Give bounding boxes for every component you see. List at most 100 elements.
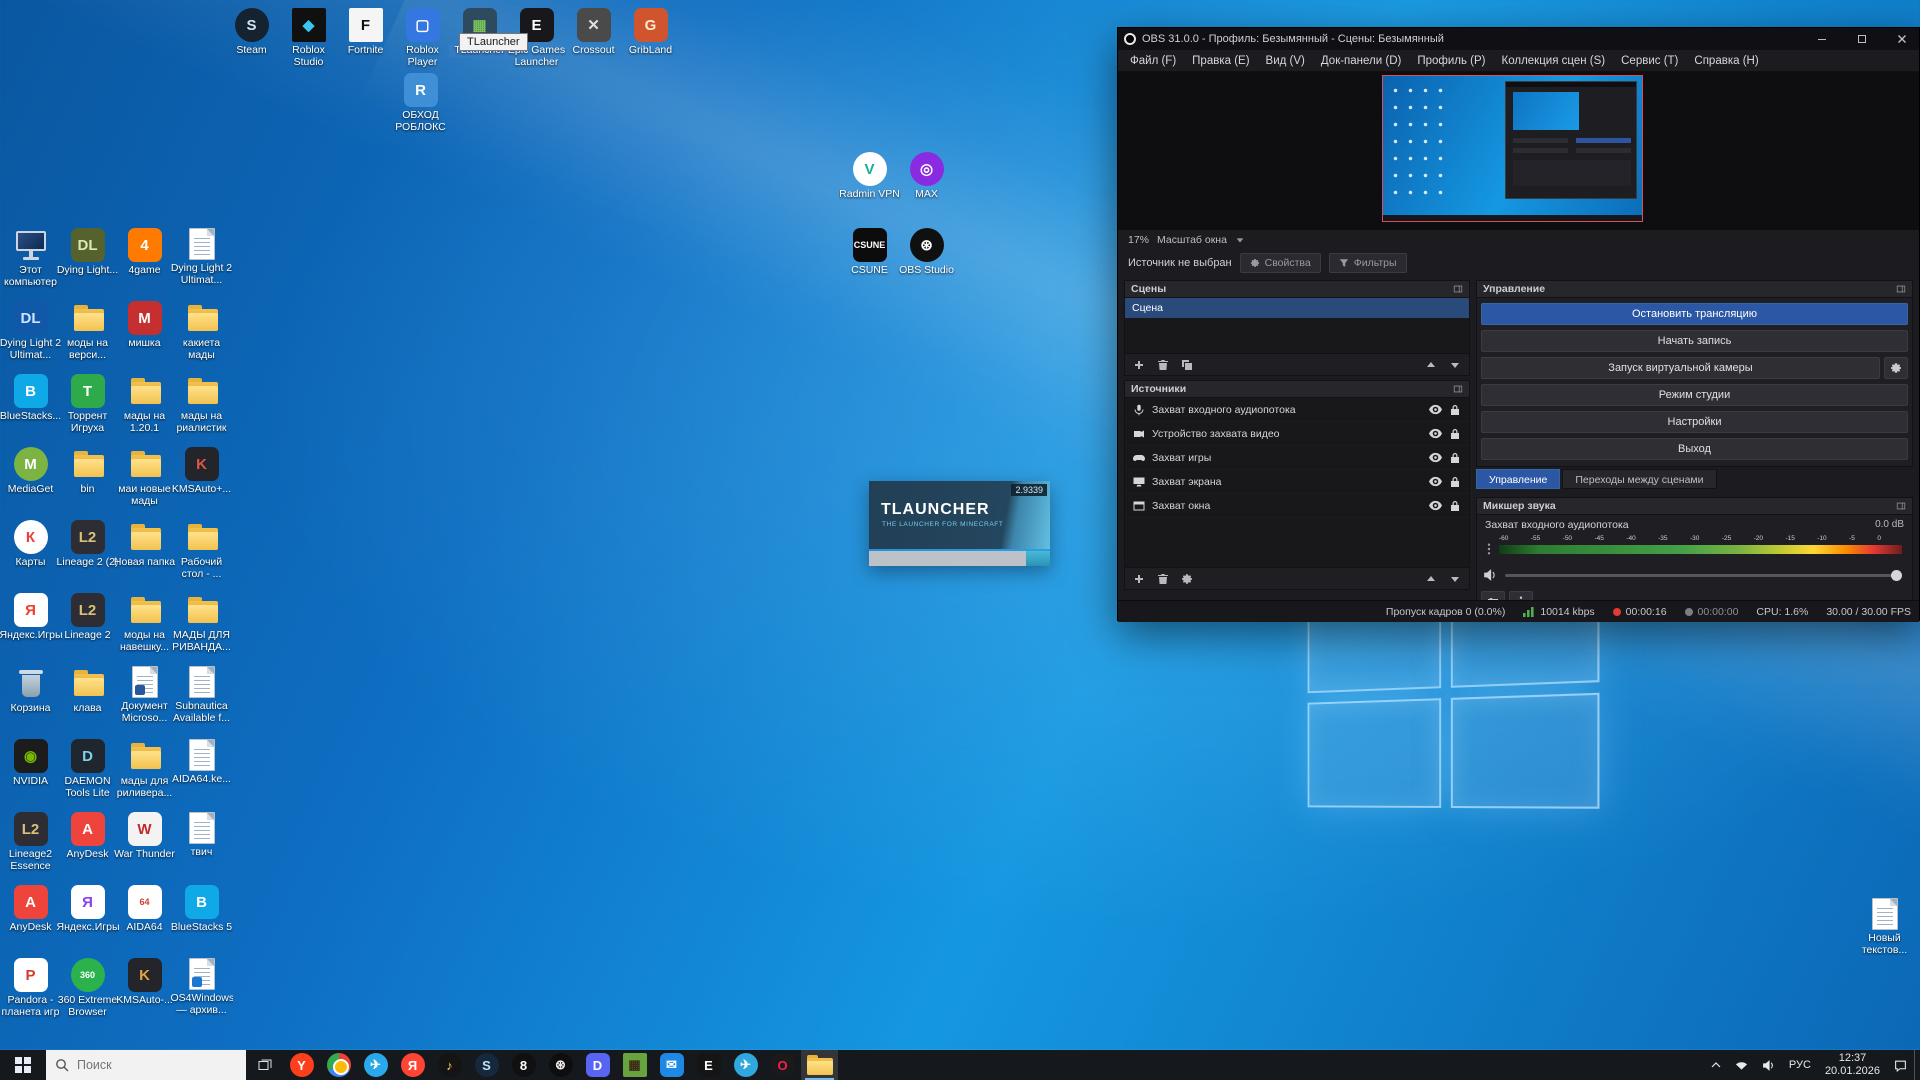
clock[interactable]: 12:37 20.01.2026 [1818, 1050, 1887, 1080]
move-source-up-button[interactable] [1425, 573, 1437, 585]
obs-titlebar[interactable]: OBS 31.0.0 - Профиль: Безымянный - Сцены… [1118, 28, 1919, 50]
start-record-button[interactable]: Начать запись [1481, 330, 1908, 352]
eye-icon[interactable] [1429, 475, 1442, 488]
search-input[interactable] [77, 1058, 217, 1072]
desktop-icon-твич[interactable]: твич [173, 812, 230, 885]
taskbar-search[interactable] [46, 1050, 246, 1080]
taskbar-app-steam[interactable]: S [468, 1050, 505, 1080]
language-indicator[interactable]: РУС [1782, 1050, 1818, 1080]
taskbar-app-obs-studio[interactable]: ⊛ [542, 1050, 579, 1080]
desktop-icon-kmsauto[interactable]: KKMSAuto-... [116, 958, 173, 1031]
desktop-icon-мишка[interactable]: Ммишка [116, 301, 173, 374]
desktop-icon-gribland[interactable]: GGribLand [622, 8, 679, 69]
preview-zoom-label[interactable]: Масштаб окна [1157, 234, 1227, 246]
desktop-icon-обход-роблокс[interactable]: RОБХОД РОБЛОКС ... [392, 73, 449, 135]
eye-icon[interactable] [1429, 427, 1442, 440]
show-desktop-button[interactable] [1914, 1050, 1920, 1080]
desktop-icon-steam[interactable]: SSteam [223, 8, 280, 69]
lock-icon[interactable] [1449, 500, 1461, 512]
desktop-icon-nvidia[interactable]: ◉NVIDIA [2, 739, 59, 812]
desktop-icon-csune[interactable]: CSUNECSUNE [841, 228, 898, 304]
source-row[interactable]: Захват экрана [1125, 470, 1469, 494]
speaker-icon[interactable] [1483, 568, 1497, 582]
desktop-icon-моды-на-верси[interactable]: моды на верси... [59, 301, 116, 374]
eye-icon[interactable] [1429, 451, 1442, 464]
eye-icon[interactable] [1429, 499, 1442, 512]
desktop-icon-карты[interactable]: ККарты [2, 520, 59, 593]
dock-popout-icon[interactable] [1453, 284, 1463, 294]
network-icon[interactable] [1728, 1050, 1755, 1080]
add-scene-button[interactable] [1133, 359, 1145, 371]
source-row[interactable]: Захват входного аудиопотока [1125, 398, 1469, 422]
desktop-icon-lineage2-essence[interactable]: L2Lineage2 Essence [2, 812, 59, 885]
lock-icon[interactable] [1449, 452, 1461, 464]
desktop-icon-4game[interactable]: 44game [116, 228, 173, 301]
dock-popout-icon[interactable] [1453, 384, 1463, 394]
chevron-down-icon[interactable] [1235, 235, 1245, 245]
menu-tools[interactable]: Сервис (T) [1613, 50, 1686, 72]
menu-profile[interactable]: Профиль (P) [1409, 50, 1493, 72]
menu-scene-collection[interactable]: Коллекция сцен (S) [1494, 50, 1614, 72]
desktop-icon-crossout[interactable]: ✕Crossout [565, 8, 622, 69]
task-view-button[interactable] [246, 1050, 283, 1080]
remove-scene-button[interactable] [1157, 359, 1169, 371]
desktop-icon-bluestacks-5[interactable]: BBlueStacks 5 [173, 885, 230, 958]
desktop-icon-pandora-планета-игр[interactable]: PPandora - планета игр [2, 958, 59, 1031]
tab-scene-transitions[interactable]: Переходы между сценами [1562, 469, 1716, 489]
source-row[interactable]: Устройство захвата видео [1125, 422, 1469, 446]
move-source-down-button[interactable] [1449, 573, 1461, 585]
desktop-icon-яндекс-игры[interactable]: ЯЯндекс.Игры [59, 885, 116, 958]
menu-view[interactable]: Вид (V) [1258, 50, 1313, 72]
stop-stream-button[interactable]: Остановить трансляцию [1481, 303, 1908, 325]
dock-popout-icon[interactable] [1896, 501, 1906, 511]
exit-button[interactable]: Выход [1481, 438, 1908, 460]
desktop-icon-маи-новые-мады[interactable]: маи новые мады [116, 447, 173, 520]
obs-preview-area[interactable] [1118, 72, 1919, 230]
tab-controls[interactable]: Управление [1476, 469, 1560, 489]
source-row[interactable]: Захват окна [1125, 494, 1469, 518]
properties-button[interactable]: Свойства [1240, 253, 1321, 273]
desktop-icon-корзина[interactable]: Корзина [2, 666, 59, 739]
close-button[interactable] [1885, 28, 1919, 50]
start-button[interactable] [0, 1050, 46, 1080]
desktop-icon-документ-microso[interactable]: Документ Microso... [116, 666, 173, 739]
desktop-icon-anydesk[interactable]: AAnyDesk [59, 812, 116, 885]
desktop-icon-max[interactable]: ◎MAX [898, 152, 955, 228]
taskbar-app-mail[interactable]: ✉ [653, 1050, 690, 1080]
volume-slider-handle[interactable] [1891, 570, 1902, 581]
taskbar-app-discord[interactable]: D [579, 1050, 616, 1080]
taskbar-app-epic-games[interactable]: E [690, 1050, 727, 1080]
source-row[interactable]: Захват игры [1125, 446, 1469, 470]
minimize-button[interactable] [1805, 28, 1839, 50]
desktop-icon-dying-light[interactable]: DLDying Light... [59, 228, 116, 301]
desktop-icon-мады-на-1-20-1[interactable]: мады на 1.20.1 [116, 374, 173, 447]
volume-icon[interactable] [1755, 1050, 1782, 1080]
desktop-icon-какиета-мады[interactable]: какиета мады [173, 301, 230, 374]
move-scene-down-button[interactable] [1449, 359, 1461, 371]
taskbar-app-minecraft[interactable]: ▦ [616, 1050, 653, 1080]
menu-docks[interactable]: Док-панели (D) [1313, 50, 1409, 72]
taskbar-app-telegram[interactable]: ✈ [357, 1050, 394, 1080]
taskbar-app-yandex-start[interactable]: Я [394, 1050, 431, 1080]
menu-edit[interactable]: Правка (E) [1184, 50, 1257, 72]
desktop-icon-мады-для-риливера[interactable]: мады для риливера... [116, 739, 173, 812]
desktop-icon-os4windows-архив[interactable]: OS4Windows — архив... [173, 958, 230, 1031]
settings-button[interactable]: Настройки [1481, 411, 1908, 433]
desktop-icon-lineage-2[interactable]: L2Lineage 2 [59, 593, 116, 666]
lock-icon[interactable] [1449, 476, 1461, 488]
desktop-icon-roblox-studio[interactable]: ◆Roblox Studio [280, 8, 337, 69]
dock-popout-icon[interactable] [1896, 284, 1906, 294]
desktop-icon-новая-папка[interactable]: Новая папка [116, 520, 173, 593]
mixer-options-icon[interactable] [1483, 543, 1495, 555]
desktop-icon-клава[interactable]: клава [59, 666, 116, 739]
virtual-camera-settings-button[interactable] [1884, 357, 1908, 379]
taskbar-app-file-explorer[interactable] [801, 1050, 838, 1080]
desktop-icon-моды-на-навешку[interactable]: моды на навешку... [116, 593, 173, 666]
desktop-icon-bin[interactable]: bin [59, 447, 116, 520]
desktop-icon-aida64[interactable]: 64AIDA64 [116, 885, 173, 958]
desktop-icon-торрент-игруха[interactable]: TТоррент Игруха [59, 374, 116, 447]
virtual-camera-button[interactable]: Запуск виртуальной камеры [1481, 357, 1880, 379]
desktop-icon-мады-на-риалистик[interactable]: мады на риалистик [173, 374, 230, 447]
desktop-icon-новый-текстов[interactable]: Новый текстов... [1856, 898, 1913, 957]
move-scene-up-button[interactable] [1425, 359, 1437, 371]
